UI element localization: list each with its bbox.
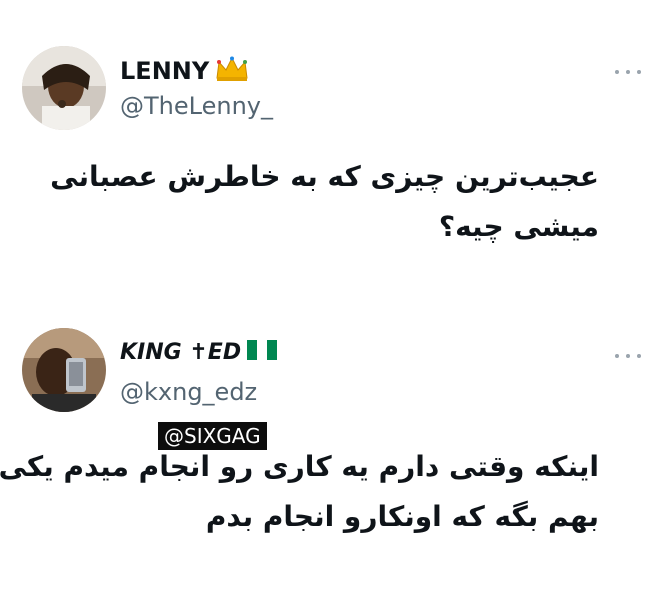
tweet-card-2[interactable]: KING ✝ED @kxng_edz @SIXGAG اینکه وقتی دا… [0,300,669,600]
tweet-card-1[interactable]: LENNY @TheLenny_ عجیب‌ترین چیزی که به خا… [0,0,669,300]
tweet-text: اینکه وقتی دارم یه کاری رو انجام میدم یک… [0,442,599,542]
more-options-icon[interactable] [615,352,641,360]
avatar-lenny[interactable] [22,46,106,130]
user-handle[interactable]: @TheLenny_ [120,92,273,120]
tweet-text-line: بهم بگه که اونکارو انجام بدم [205,500,599,533]
tweet-text-line: عجیب‌ترین چیزی که به خاطرش عصبانی [50,160,599,193]
display-name[interactable]: LENNY [120,56,249,88]
tweet-text-line: اینکه وقتی دارم یه کاری رو انجام میدم یک… [0,450,599,483]
tweet-text: عجیب‌ترین چیزی که به خاطرش عصبانی میشی چ… [50,152,599,252]
user-handle[interactable]: @kxng_edz [120,378,257,406]
more-options-icon[interactable] [615,68,641,76]
nigeria-flag-icon [247,340,278,366]
avatar-king-ed[interactable] [22,328,106,412]
crown-icon [215,56,249,88]
display-name[interactable]: KING ✝ED [120,340,278,366]
tweet-text-line: میشی چیه؟ [438,210,599,243]
